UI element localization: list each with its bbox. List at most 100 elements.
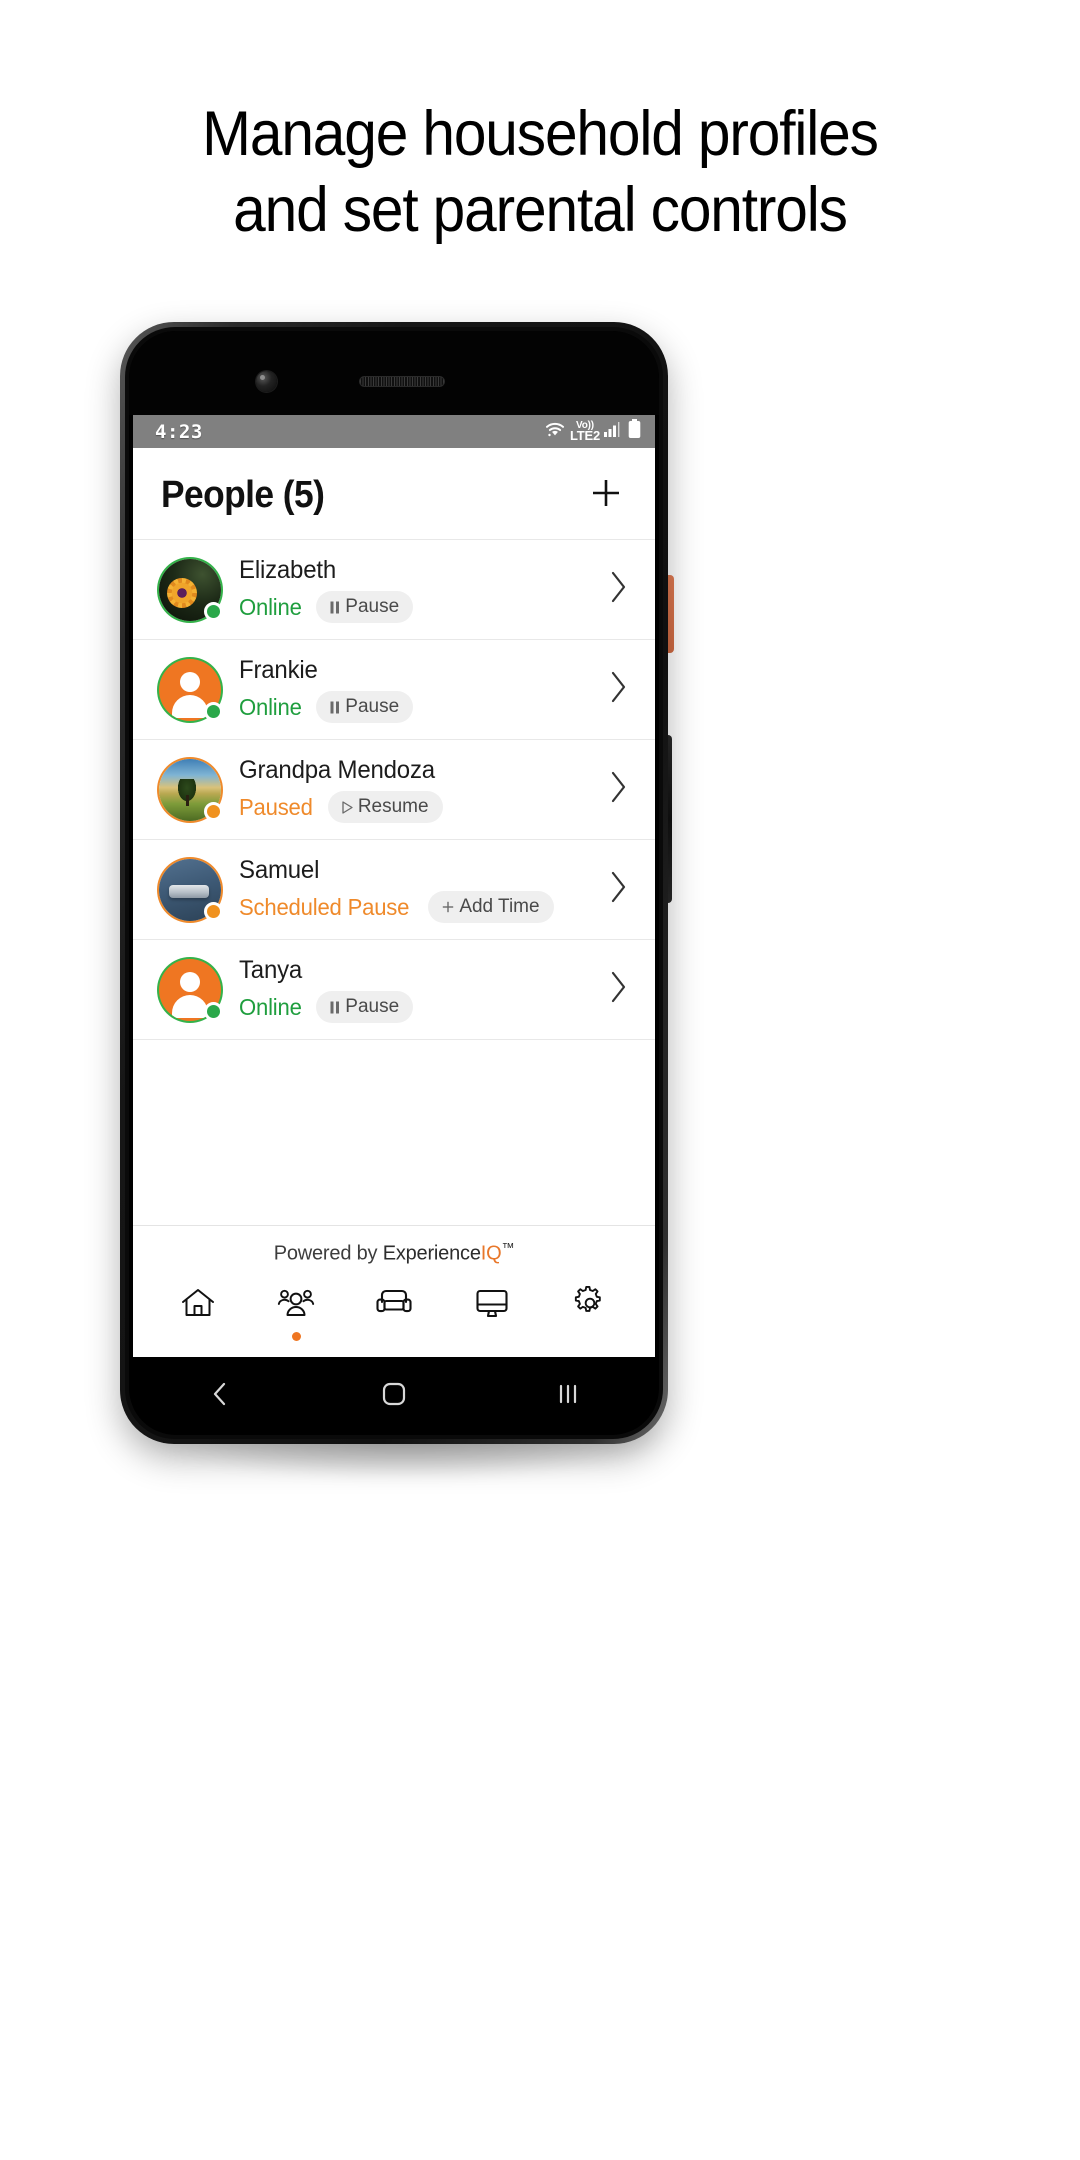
home-icon <box>180 1286 216 1325</box>
status-badge: Paused <box>239 793 313 820</box>
avatar <box>159 858 223 921</box>
tab-active-dot <box>291 1332 301 1341</box>
chevron-right-icon[interactable] <box>609 870 629 909</box>
person-body-shape <box>172 994 208 1018</box>
resume-button[interactable]: Resume <box>327 791 443 823</box>
tab-people[interactable] <box>255 1286 337 1341</box>
object-graphic <box>169 884 209 898</box>
chevron-right-icon[interactable] <box>609 570 629 609</box>
person-name: Samuel <box>239 856 320 884</box>
action-label: Pause <box>345 996 400 1017</box>
phone-mockup: 4:23 Vo)) LTE2 People (5) Elizabeth Onli… <box>120 322 668 1444</box>
front-camera-icon <box>256 371 277 392</box>
person-name: Elizabeth <box>239 556 337 584</box>
plus-icon <box>442 901 454 913</box>
add-time-button[interactable]: Add Time <box>428 891 554 923</box>
recents-icon[interactable] <box>528 1381 608 1407</box>
status-bar-icons: Vo)) LTE2 <box>544 419 641 444</box>
phone-inner-frame: 4:23 Vo)) LTE2 People (5) Elizabeth Onli… <box>125 327 663 1439</box>
status-dot-online <box>204 1001 223 1021</box>
table-row[interactable]: Elizabeth Online Pause <box>133 540 655 640</box>
battery-icon <box>628 419 641 444</box>
sunflower-graphic <box>167 577 197 608</box>
home-square-icon[interactable] <box>354 1381 434 1407</box>
pause-icon <box>330 701 340 714</box>
play-icon <box>342 800 353 814</box>
monitor-icon <box>474 1286 510 1325</box>
status-dot-paused <box>204 801 223 821</box>
avatar <box>159 758 223 821</box>
plus-icon <box>589 476 623 515</box>
tab-settings[interactable] <box>549 1286 631 1341</box>
pause-button[interactable]: Pause <box>316 991 414 1023</box>
pause-button[interactable]: Pause <box>316 691 414 723</box>
tab-devices-furniture[interactable] <box>353 1286 435 1341</box>
status-badge: Online <box>239 593 302 620</box>
status-dot-paused <box>204 901 223 921</box>
action-label: Pause <box>345 696 400 717</box>
page-headline: Manage household profiles and set parent… <box>38 96 1042 248</box>
action-label: Resume <box>357 796 429 817</box>
chevron-right-icon[interactable] <box>609 670 629 709</box>
person-status-row: Scheduled Pause Add Time <box>239 891 599 923</box>
tab-active-dot <box>194 1332 203 1341</box>
tab-active-dot <box>586 1332 595 1341</box>
person-name: Grandpa Mendoza <box>239 756 435 784</box>
person-head-shape <box>180 971 200 992</box>
status-dot-online <box>204 701 223 721</box>
pause-icon <box>330 1001 340 1014</box>
person-info: Grandpa Mendoza Paused Resume <box>239 756 599 823</box>
pause-button[interactable]: Pause <box>316 591 414 623</box>
status-dot-online <box>204 601 223 621</box>
tab-active-dot <box>488 1332 497 1341</box>
table-row[interactable]: Tanya Online Pause <box>133 940 655 1040</box>
screen-bottom-area: Powered by ExperienceIQ™ <box>133 1225 655 1357</box>
tab-network[interactable] <box>451 1286 533 1341</box>
volte-bottom-label: LTE2 <box>569 428 600 444</box>
person-info: Elizabeth Online Pause <box>239 556 599 623</box>
phone-bezel: 4:23 Vo)) LTE2 People (5) Elizabeth Onli… <box>129 331 659 1435</box>
volte-indicator: Vo)) LTE2 <box>569 420 600 444</box>
person-status-row: Paused Resume <box>239 791 599 823</box>
person-info: Frankie Online Pause <box>239 656 599 723</box>
tab-active-dot <box>390 1332 399 1341</box>
brand-trademark: ™ <box>501 1240 515 1256</box>
table-row[interactable]: Frankie Online Pause <box>133 640 655 740</box>
person-body-shape <box>172 694 208 718</box>
table-row[interactable]: Grandpa Mendoza Paused Resume <box>133 740 655 840</box>
gear-icon <box>572 1286 608 1325</box>
status-badge: Scheduled Pause <box>239 893 410 920</box>
tab-home[interactable] <box>157 1286 239 1341</box>
person-name: Frankie <box>239 656 318 684</box>
phone-screen: 4:23 Vo)) LTE2 People (5) Elizabeth Onli… <box>133 415 655 1357</box>
app-header: People (5) <box>133 448 655 539</box>
person-info: Tanya Online Pause <box>239 956 599 1023</box>
person-status-row: Online Pause <box>239 991 599 1023</box>
action-label: Add Time <box>459 896 540 917</box>
sofa-icon <box>375 1286 413 1325</box>
avatar <box>159 558 223 621</box>
status-bar: 4:23 Vo)) LTE2 <box>133 415 655 448</box>
brand-accent: IQ <box>480 1243 502 1265</box>
page-title: People (5) <box>161 474 325 516</box>
android-navigation-bar <box>133 1357 655 1431</box>
people-list: Elizabeth Online Pause Frankie Online Pa… <box>133 539 655 1040</box>
brand-main: Experience <box>382 1243 481 1265</box>
powered-by-label: Powered by ExperienceIQ™ <box>133 1225 655 1276</box>
add-person-button[interactable] <box>585 475 627 517</box>
headline-line-2: and set parental controls <box>233 175 848 245</box>
chevron-right-icon[interactable] <box>609 970 629 1009</box>
person-status-row: Online Pause <box>239 691 599 723</box>
table-row[interactable]: Samuel Scheduled Pause Add Time <box>133 840 655 940</box>
earpiece-speaker-icon <box>359 376 445 387</box>
person-name: Tanya <box>239 956 303 984</box>
chevron-right-icon[interactable] <box>609 770 629 809</box>
pause-icon <box>330 601 340 614</box>
tree-trunk-graphic <box>186 794 189 806</box>
avatar <box>159 658 223 721</box>
back-chevron-icon[interactable] <box>180 1380 260 1408</box>
person-status-row: Online Pause <box>239 591 599 623</box>
bottom-tab-bar <box>133 1276 655 1357</box>
status-bar-clock: 4:23 <box>155 420 203 443</box>
avatar <box>159 958 223 1021</box>
